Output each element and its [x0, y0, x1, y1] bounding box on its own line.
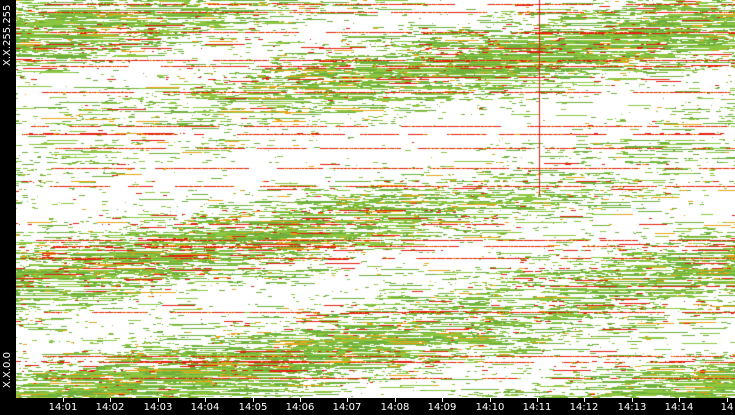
- x-axis-tick-label: 14:01: [48, 402, 78, 413]
- x-axis: 14:01 14:02 14:03 14:04 14:05 14:06 14:07 14:08…: [16, 398, 735, 415]
- x-axis-tick-label: 14:07: [332, 402, 362, 413]
- x-axis-tick-label: 14:12: [569, 402, 599, 413]
- x-axis-tick-label: 14:04: [190, 402, 220, 413]
- x-axis-tick-label: 14:14: [664, 402, 694, 413]
- heatmap-view: X.X.255.255 X.X.0.0 14:01 14:02 14:03 14:04…: [0, 0, 735, 415]
- x-axis-tick-label: 14:06: [285, 402, 315, 413]
- x-axis-tick-label: 14:08: [380, 402, 410, 413]
- x-axis-tick-label: 14:09: [427, 402, 457, 413]
- x-axis-tick-label: 14:02: [95, 402, 125, 413]
- x-axis-tick-label: 14:11: [522, 402, 552, 413]
- y-axis-top-label: X.X.255.255: [2, 4, 13, 66]
- heatmap-canvas[interactable]: [16, 0, 735, 398]
- x-axis-tick-label: 14: [720, 402, 734, 413]
- x-axis-tick-label: 14:13: [617, 402, 647, 413]
- y-axis: X.X.255.255 X.X.0.0: [0, 0, 16, 398]
- x-axis-tick-label: 14:03: [143, 402, 173, 413]
- x-axis-tick-label: 14:10: [475, 402, 505, 413]
- x-axis-tick-label: 14:05: [238, 402, 268, 413]
- heatmap-plot-area[interactable]: [16, 0, 735, 398]
- y-axis-bottom-label: X.X.0.0: [2, 352, 13, 388]
